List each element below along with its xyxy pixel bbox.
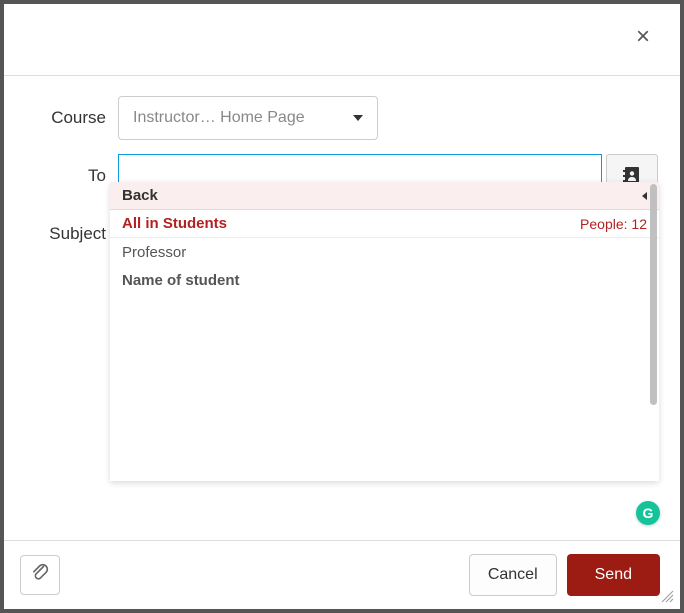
chevron-left-icon <box>642 192 647 200</box>
close-button[interactable]: × <box>628 22 658 52</box>
grammarly-badge[interactable]: G <box>636 501 660 525</box>
to-label: To <box>26 166 106 186</box>
paperclip-icon <box>30 563 50 588</box>
grammarly-icon: G <box>643 505 654 521</box>
dropdown-all-students[interactable]: All in Students People: 12 <box>110 210 659 238</box>
dropdown-back[interactable]: Back <box>110 182 659 210</box>
attach-button[interactable] <box>20 555 60 595</box>
course-label: Course <box>26 108 106 128</box>
send-button[interactable]: Send <box>567 554 660 596</box>
subject-label: Subject <box>26 224 106 244</box>
recipients-dropdown: Back All in Students People: 12 Professo… <box>110 182 659 481</box>
course-row: Course Instructor… Home Page <box>26 96 658 140</box>
dropdown-scrollbar[interactable] <box>650 184 657 479</box>
modal-footer: Cancel Send <box>4 541 680 609</box>
dropdown-item-professor[interactable]: Professor <box>110 238 659 266</box>
dropdown-name-text: Name of student <box>122 272 240 289</box>
modal-header: × <box>4 4 680 76</box>
dropdown-all-label: All in Students <box>122 215 227 232</box>
close-icon: × <box>636 23 650 50</box>
course-select-text: Instructor… Home Page <box>133 109 353 127</box>
course-select[interactable]: Instructor… Home Page <box>118 96 378 140</box>
dropdown-scroll-thumb[interactable] <box>650 184 657 405</box>
caret-down-icon <box>353 115 363 121</box>
cancel-button[interactable]: Cancel <box>469 554 557 596</box>
compose-modal: × Course Instructor… Home Page To <box>4 4 680 609</box>
dropdown-back-label: Back <box>122 187 158 204</box>
dropdown-name-placeholder: Name of student <box>110 266 659 294</box>
dropdown-people-count: People: 12 <box>580 216 647 232</box>
dropdown-item-label: Professor <box>122 244 186 261</box>
